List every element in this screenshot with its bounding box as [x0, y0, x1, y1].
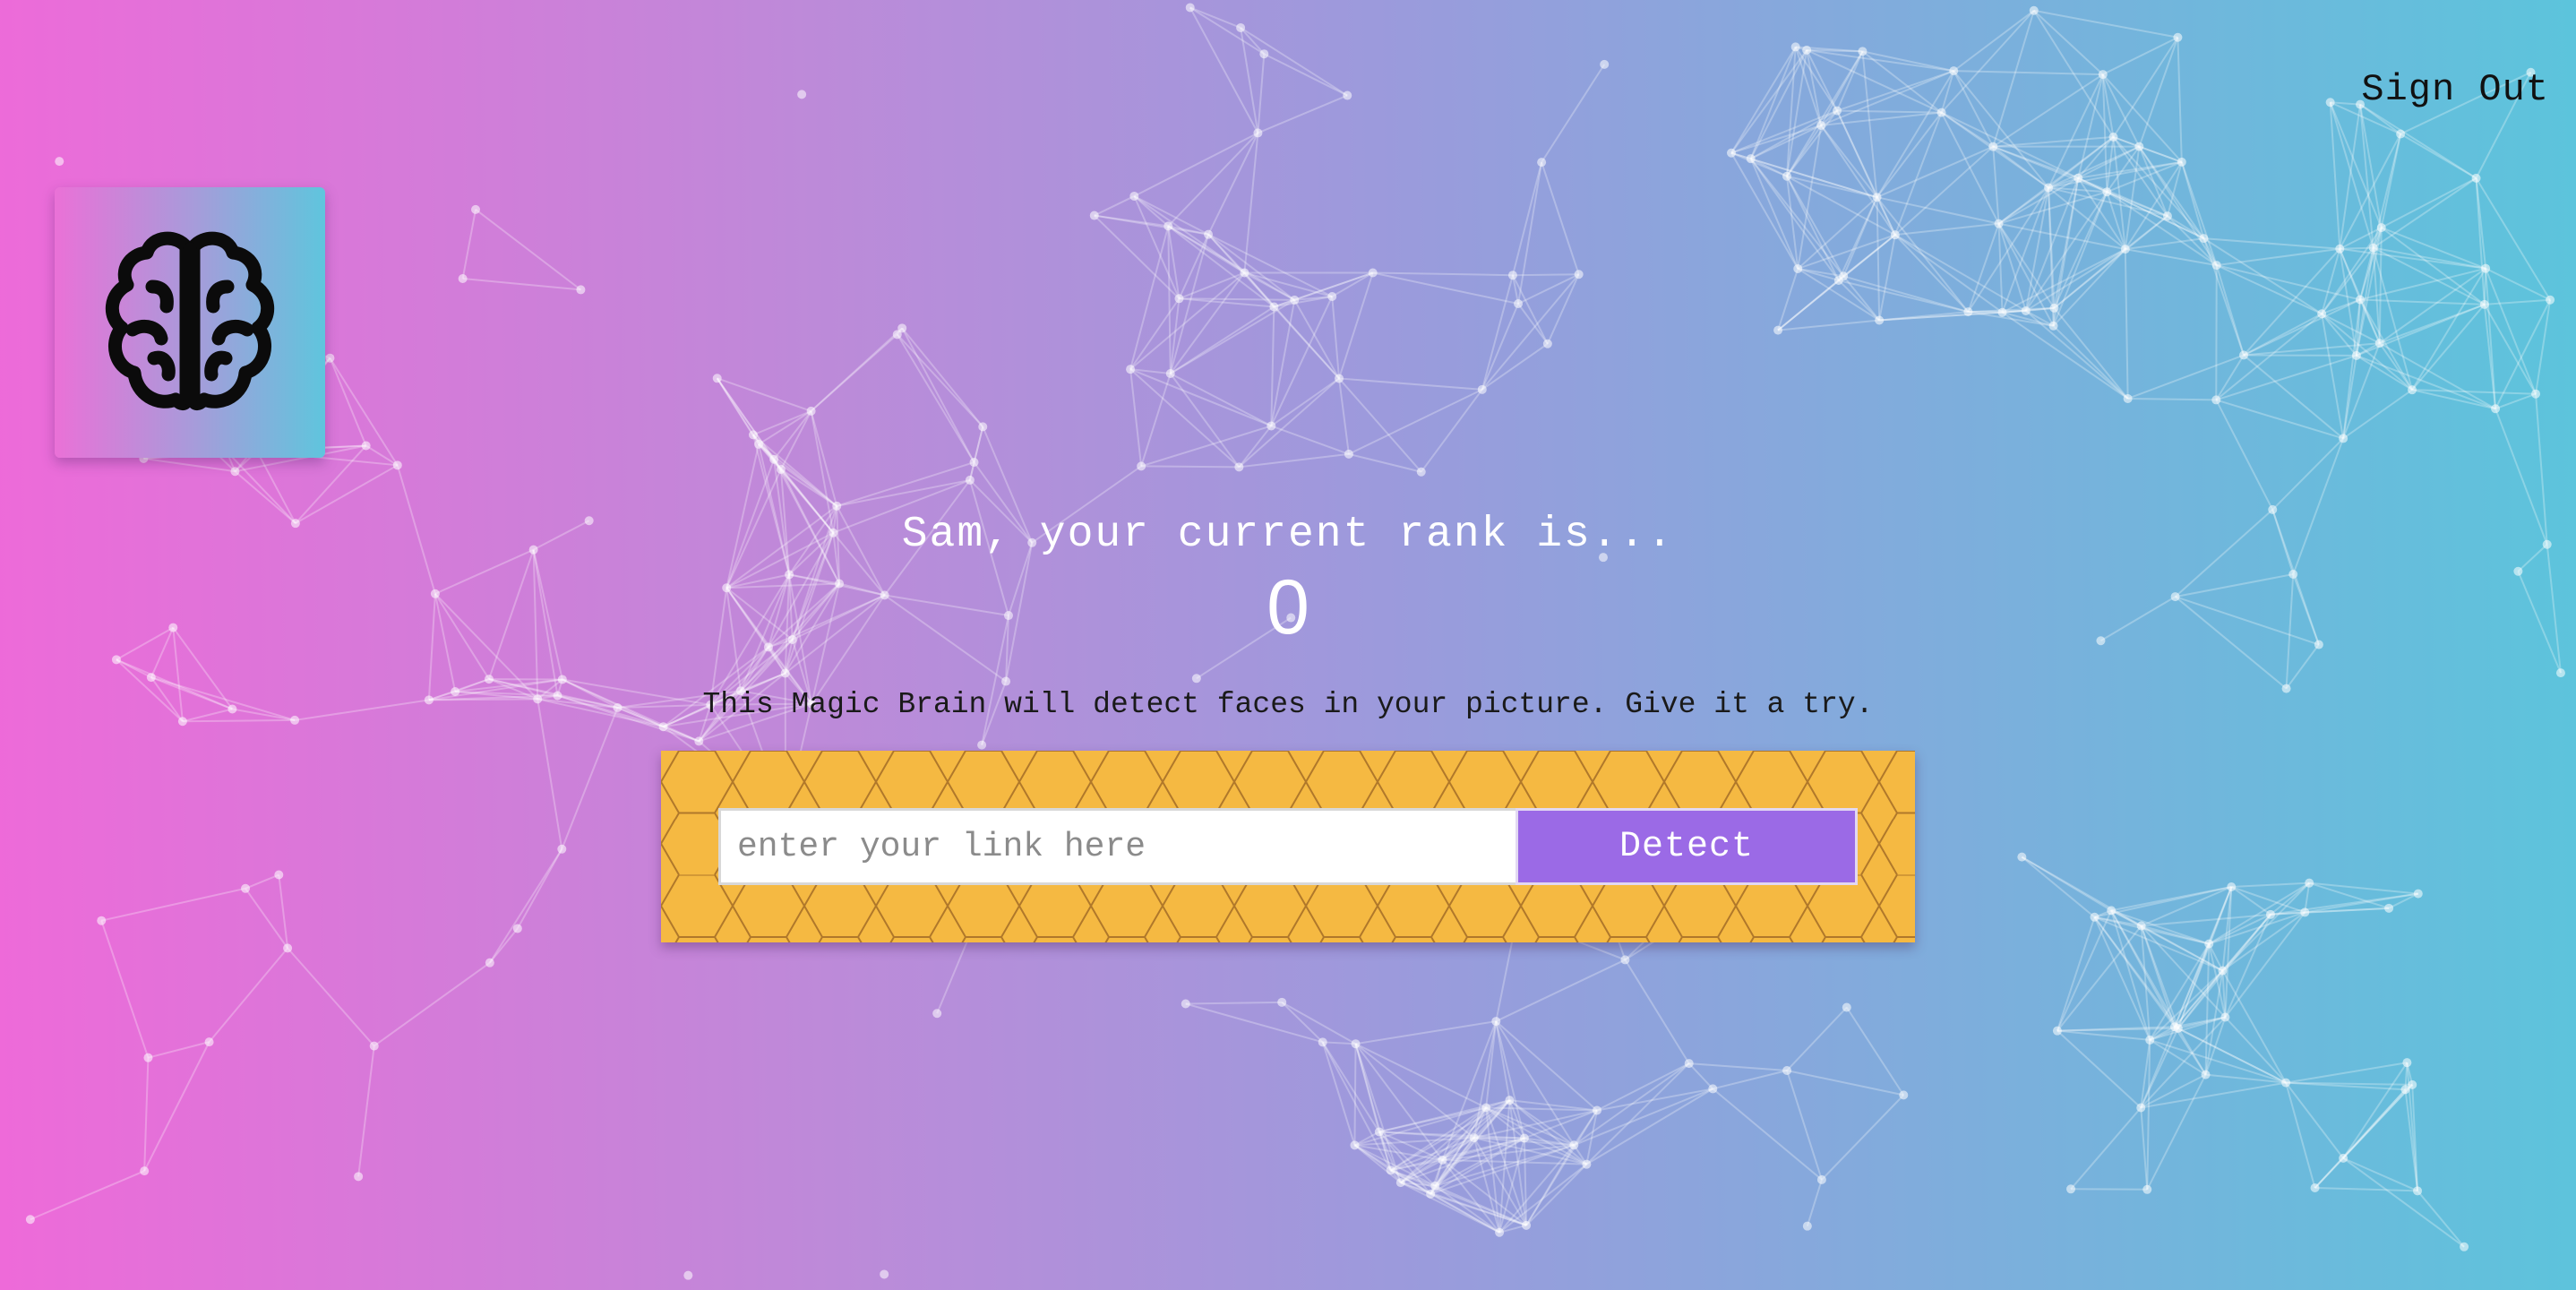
sign-out-link[interactable]: Sign Out	[2361, 68, 2549, 111]
image-link-input[interactable]	[718, 808, 1516, 885]
brain-icon	[105, 231, 275, 411]
detect-button[interactable]: Detect	[1516, 808, 1858, 885]
rank-value: 0	[1267, 564, 1309, 650]
rank-message: Sam, your current rank is...	[901, 511, 1675, 559]
intro-text: This Magic Brain will detect faces in yo…	[702, 688, 1874, 721]
rank-section: Sam, your current rank is... 0	[0, 511, 2576, 652]
logo-tile[interactable]	[55, 187, 325, 458]
form-row: Detect	[718, 808, 1858, 885]
image-link-form: Detect	[661, 751, 1915, 942]
